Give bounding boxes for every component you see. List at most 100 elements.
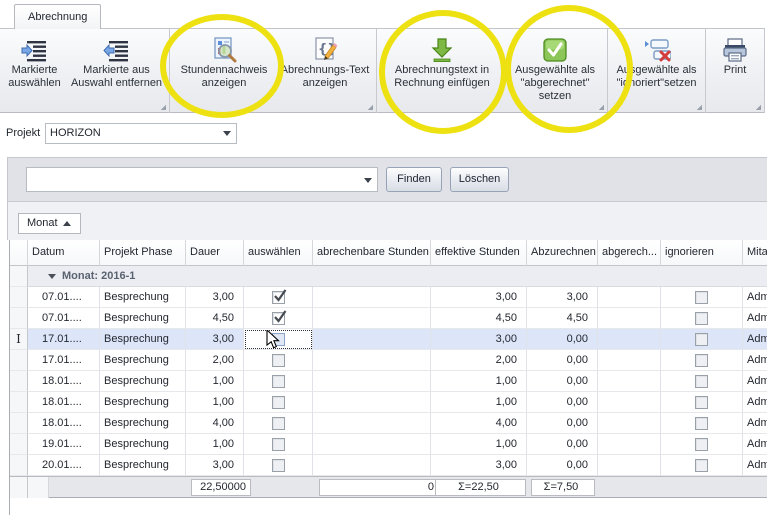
checkbox-unchecked-icon[interactable] <box>695 396 708 409</box>
checkbox-unchecked-icon[interactable] <box>695 438 708 451</box>
checkbox-unchecked-icon[interactable] <box>272 333 285 346</box>
cell-ignorieren[interactable] <box>661 413 743 434</box>
cell-mitarbeiter[interactable]: Adm <box>743 434 767 455</box>
cell-effektive-stunden[interactable]: 4,00 <box>431 413 527 434</box>
table-row[interactable]: 17.01....Besprechung2,002,000,00Adm <box>10 350 767 371</box>
cell-abgerechnet[interactable] <box>598 329 661 350</box>
cell-datum[interactable]: 18.01.... <box>28 392 100 413</box>
cell-abrechenbare-stunden[interactable] <box>313 371 431 392</box>
cell-projekt-phase[interactable]: Besprechung <box>100 287 186 308</box>
cell-datum[interactable]: 17.01.... <box>28 329 100 350</box>
row-indicator-cell[interactable] <box>10 371 28 392</box>
cell-dauer[interactable]: 4,50 <box>186 308 244 329</box>
group-dialog-launcher-icon[interactable] <box>598 104 604 110</box>
checkbox-unchecked-icon[interactable] <box>272 375 285 388</box>
cell-auswaehlen[interactable] <box>244 308 313 329</box>
collapse-triangle-icon[interactable] <box>48 274 56 279</box>
row-indicator-cell[interactable] <box>10 455 28 476</box>
table-row[interactable]: 07.01....Besprechung4,504,504,50Adm <box>10 308 767 329</box>
cell-effektive-stunden[interactable]: 1,00 <box>431 371 527 392</box>
group-by-monat-button[interactable]: Monat <box>18 213 81 234</box>
cell-dauer[interactable]: 2,00 <box>186 350 244 371</box>
find-button[interactable]: Finden <box>386 167 442 192</box>
cell-effektive-stunden[interactable]: 2,00 <box>431 350 527 371</box>
checkbox-unchecked-icon[interactable] <box>272 459 285 472</box>
column-header-mitarbeiter[interactable]: Mita <box>743 240 767 266</box>
group-dialog-launcher-icon[interactable] <box>755 104 761 110</box>
table-row[interactable]: 20.01....Besprechung3,003,000,00Adm <box>10 455 767 476</box>
cell-effektive-stunden[interactable]: 3,00 <box>431 329 527 350</box>
table-row[interactable]: 18.01....Besprechung1,001,000,00Adm <box>10 371 767 392</box>
cell-abgerechnet[interactable] <box>598 350 661 371</box>
column-header-ignorieren[interactable]: ignorieren <box>661 240 743 266</box>
tab-abrechnung[interactable]: Abrechnung <box>14 4 101 29</box>
cell-projekt-phase[interactable]: Besprechung <box>100 455 186 476</box>
cell-ignorieren[interactable] <box>661 392 743 413</box>
cell-ignorieren[interactable] <box>661 308 743 329</box>
cell-datum[interactable]: 18.01.... <box>28 413 100 434</box>
cell-abzurechnen[interactable]: 0,00 <box>527 392 598 413</box>
checkbox-unchecked-icon[interactable] <box>695 417 708 430</box>
cell-datum[interactable]: 20.01.... <box>28 455 100 476</box>
cell-abrechenbare-stunden[interactable] <box>313 329 431 350</box>
cell-effektive-stunden[interactable]: 3,00 <box>431 287 527 308</box>
cell-abzurechnen[interactable]: 0,00 <box>527 329 598 350</box>
cell-effektive-stunden[interactable]: 1,00 <box>431 434 527 455</box>
cell-abrechenbare-stunden[interactable] <box>313 287 431 308</box>
cell-mitarbeiter[interactable]: Adm <box>743 308 767 329</box>
cell-auswaehlen[interactable] <box>244 455 313 476</box>
cell-abrechenbare-stunden[interactable] <box>313 350 431 371</box>
cell-dauer[interactable]: 1,00 <box>186 392 244 413</box>
show-billing-text-button[interactable]: {} Abrechnungs-Text anzeigen <box>276 32 374 108</box>
cell-abzurechnen[interactable]: 0,00 <box>527 413 598 434</box>
chevron-down-icon[interactable] <box>364 178 372 183</box>
cell-projekt-phase[interactable]: Besprechung <box>100 371 186 392</box>
table-row[interactable]: 18.01....Besprechung4,004,000,00Adm <box>10 413 767 434</box>
checkbox-unchecked-icon[interactable] <box>695 375 708 388</box>
checkbox-checked-icon[interactable] <box>272 312 285 325</box>
cell-auswaehlen[interactable] <box>244 413 313 434</box>
column-header-abgerechnet[interactable]: abgerech... <box>598 240 661 266</box>
cell-mitarbeiter[interactable]: Adm <box>743 287 767 308</box>
cell-mitarbeiter[interactable]: Adm <box>743 350 767 371</box>
cell-abgerechnet[interactable] <box>598 371 661 392</box>
cell-projekt-phase[interactable]: Besprechung <box>100 350 186 371</box>
cell-ignorieren[interactable] <box>661 350 743 371</box>
row-indicator-cell[interactable] <box>10 434 28 455</box>
cell-mitarbeiter[interactable]: Adm <box>743 413 767 434</box>
row-indicator-cell[interactable] <box>10 308 28 329</box>
cell-mitarbeiter[interactable]: Adm <box>743 329 767 350</box>
cell-datum[interactable]: 19.01.... <box>28 434 100 455</box>
cell-abgerechnet[interactable] <box>598 287 661 308</box>
cell-auswaehlen[interactable] <box>244 392 313 413</box>
checkbox-unchecked-icon[interactable] <box>695 291 708 304</box>
cell-auswaehlen[interactable] <box>244 371 313 392</box>
insert-billing-text-button[interactable]: Abrechnungstext in Rechnung einfügen <box>379 32 505 108</box>
row-indicator-cell[interactable]: I <box>10 329 28 350</box>
group-dialog-launcher-icon[interactable] <box>367 104 373 110</box>
set-ignored-button[interactable]: Ausgewählte als "ignoriert"setzen <box>610 32 704 108</box>
cell-mitarbeiter[interactable]: Adm <box>743 392 767 413</box>
cell-ignorieren[interactable] <box>661 434 743 455</box>
row-indicator-cell[interactable] <box>10 287 28 308</box>
print-button[interactable]: Print <box>708 32 762 108</box>
column-header-dauer[interactable]: Dauer <box>186 240 244 266</box>
group-dialog-launcher-icon[interactable] <box>696 104 702 110</box>
cell-abrechenbare-stunden[interactable] <box>313 392 431 413</box>
row-indicator-cell[interactable] <box>10 392 28 413</box>
table-row[interactable]: 07.01....Besprechung3,003,003,00Adm <box>10 287 767 308</box>
table-row[interactable]: 18.01....Besprechung1,001,000,00Adm <box>10 392 767 413</box>
table-row[interactable]: I17.01....Besprechung3,003,000,00Adm <box>10 329 767 350</box>
chevron-down-icon[interactable] <box>223 131 231 136</box>
column-header-abzurechnen[interactable]: Abzurechnen <box>527 240 598 266</box>
cell-abgerechnet[interactable] <box>598 434 661 455</box>
cell-datum[interactable]: 17.01.... <box>28 350 100 371</box>
group-row-monat[interactable]: Monat: 2016-1 <box>10 266 767 287</box>
cell-dauer[interactable]: 3,00 <box>186 455 244 476</box>
cell-projekt-phase[interactable]: Besprechung <box>100 329 186 350</box>
cell-abzurechnen[interactable]: 3,00 <box>527 287 598 308</box>
cell-abzurechnen[interactable]: 0,00 <box>527 371 598 392</box>
cell-auswaehlen[interactable] <box>244 329 313 350</box>
cell-abzurechnen[interactable]: 0,00 <box>527 350 598 371</box>
cell-effektive-stunden[interactable]: 1,00 <box>431 392 527 413</box>
